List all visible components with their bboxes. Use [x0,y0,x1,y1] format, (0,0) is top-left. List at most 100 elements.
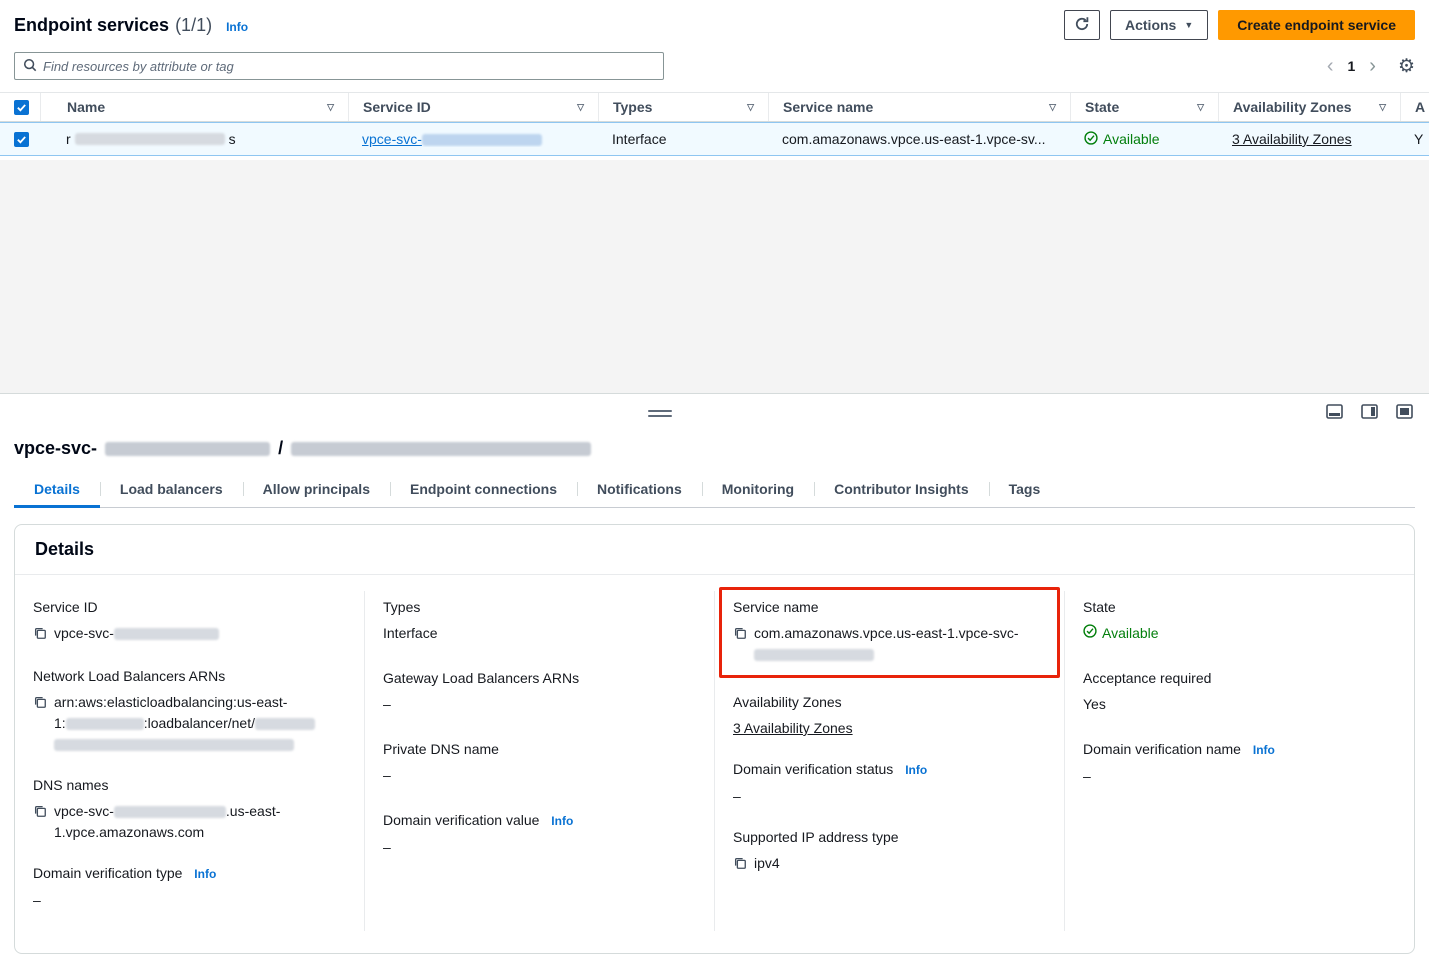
table-row[interactable]: r s vpce-svc- Interface com.amazonaws.vp… [0,122,1429,156]
refresh-button[interactable] [1064,10,1100,40]
tab-contributor-insights[interactable]: Contributor Insights [814,473,989,507]
redacted-text [754,649,874,661]
info-link[interactable]: Info [226,20,248,34]
panel-position-bottom-icon[interactable] [1326,404,1343,422]
tab-load-balancers[interactable]: Load balancers [100,473,243,507]
next-page-icon[interactable]: › [1369,56,1376,76]
tab-details[interactable]: Details [14,473,100,507]
redacted-text [105,442,270,456]
refresh-icon [1074,16,1090,35]
copy-icon[interactable] [33,694,47,715]
previous-page-icon[interactable]: ‹ [1327,56,1334,76]
field-domain-verification-status: Domain verification status Info – [733,759,1046,807]
column-header-types[interactable]: Types▽ [598,93,768,121]
redacted-text [75,133,225,145]
field-domain-verification-value: Domain verification value Info – [383,810,696,858]
redacted-text [255,718,315,730]
tab-tags[interactable]: Tags [989,473,1061,507]
field-glb-arns: Gateway Load Balancers ARNs – [383,668,696,715]
row-service-id-cell: vpce-svc- [348,131,598,147]
current-page[interactable]: 1 [1347,58,1355,74]
check-circle-icon [1083,623,1097,644]
detail-tabs: Details Load balancers Allow principals … [14,473,1415,508]
field-availability-zones: Availability Zones 3 Availability Zones [733,692,1046,739]
field-domain-verification-name: Domain verification name Info – [1083,739,1396,787]
details-column-2: Types Interface Gateway Load Balancers A… [364,591,714,931]
redacted-text [54,739,294,751]
field-types: Types Interface [383,597,696,644]
create-endpoint-service-button[interactable]: Create endpoint service [1218,10,1415,40]
details-column-3: Service name com.amazonaws.vpce.us-east-… [714,591,1064,931]
split-panel-bar [0,393,1429,430]
redacted-text [291,442,591,456]
select-all-checkbox[interactable] [14,100,29,115]
info-link[interactable]: Info [551,814,573,828]
details-card: Details Service ID vpce-svc- N [14,524,1415,954]
table-header-row: Name▽ Service ID▽ Types▽ Service name▽ S… [0,93,1429,122]
list-header: Endpoint services (1/1) Info Actions ▼ C… [0,0,1429,40]
actions-button-label: Actions [1125,17,1176,33]
filter-icon: ▽ [327,102,334,113]
panel-layout-controls [1326,404,1413,422]
availability-zones-link[interactable]: 3 Availability Zones [733,720,853,736]
field-state: State Available [1083,597,1396,644]
field-domain-verification-type: Domain verification type Info – [33,863,346,911]
filter-icon: ▽ [1379,102,1386,113]
column-header-availability-zones[interactable]: Availability Zones▽ [1218,93,1400,121]
row-name-cell: r s [40,131,348,147]
service-name-highlight-box: Service name com.amazonaws.vpce.us-east-… [719,587,1060,678]
field-service-name: Service name com.amazonaws.vpce.us-east-… [733,597,1046,665]
status-badge: Available [1084,131,1160,148]
info-link[interactable]: Info [1253,743,1275,757]
availability-zones-link[interactable]: 3 Availability Zones [1232,131,1352,147]
search-box[interactable] [14,52,664,80]
panel-maximize-icon[interactable] [1396,404,1413,422]
detail-panel: vpce-svc- / Details Load balancers Allow… [0,430,1429,886]
column-header-name[interactable]: Name▽ [40,93,348,121]
tab-monitoring[interactable]: Monitoring [702,473,814,507]
filter-icon: ▽ [577,102,584,113]
detail-panel-title: vpce-svc- / [0,430,1429,459]
filter-icon: ▽ [1197,102,1204,113]
gear-icon[interactable]: ⚙ [1398,57,1415,76]
column-header-service-name[interactable]: Service name▽ [768,93,1070,121]
info-link[interactable]: Info [905,763,927,777]
row-checkbox[interactable] [14,132,29,147]
search-icon [23,58,37,75]
tab-endpoint-connections[interactable]: Endpoint connections [390,473,577,507]
filter-icon: ▽ [747,102,754,113]
page-count: (1/1) [175,15,212,36]
info-link[interactable]: Info [194,867,216,881]
row-service-name-cell: com.amazonaws.vpce.us-east-1.vpce-sv... [768,131,1070,147]
redacted-text [114,628,219,640]
copy-icon[interactable] [33,625,47,646]
copy-icon[interactable] [733,625,747,646]
empty-content-region [0,160,1429,393]
row-availability-zones-cell: 3 Availability Zones [1218,131,1400,147]
row-acceptance-cell: Y [1400,131,1429,147]
search-input[interactable] [43,59,655,74]
page-title: Endpoint services [14,15,169,36]
actions-button[interactable]: Actions ▼ [1110,10,1208,40]
tab-allow-principals[interactable]: Allow principals [243,473,390,507]
tab-notifications[interactable]: Notifications [577,473,702,507]
endpoint-services-list-section: Endpoint services (1/1) Info Actions ▼ C… [0,0,1429,160]
column-header-acceptance[interactable]: A [1400,93,1429,121]
filter-icon: ▽ [1049,102,1056,113]
panel-position-side-icon[interactable] [1361,404,1378,422]
field-acceptance-required: Acceptance required Yes [1083,668,1396,715]
list-toolbar: ‹ 1 › ⚙ [0,40,1429,80]
status-badge: Available [1083,623,1159,644]
copy-icon[interactable] [33,803,47,824]
service-id-link[interactable]: vpce-svc- [362,131,542,147]
copy-icon[interactable] [733,855,747,876]
split-panel-drag-handle[interactable] [648,410,672,420]
redacted-text [66,718,144,730]
column-header-state[interactable]: State▽ [1070,93,1218,121]
redacted-text [114,806,226,818]
row-types-cell: Interface [598,131,768,147]
row-state-cell: Available [1070,131,1218,148]
check-circle-icon [1084,131,1098,148]
column-header-service-id[interactable]: Service ID▽ [348,93,598,121]
field-supported-ip: Supported IP address type ipv4 [733,827,1046,876]
